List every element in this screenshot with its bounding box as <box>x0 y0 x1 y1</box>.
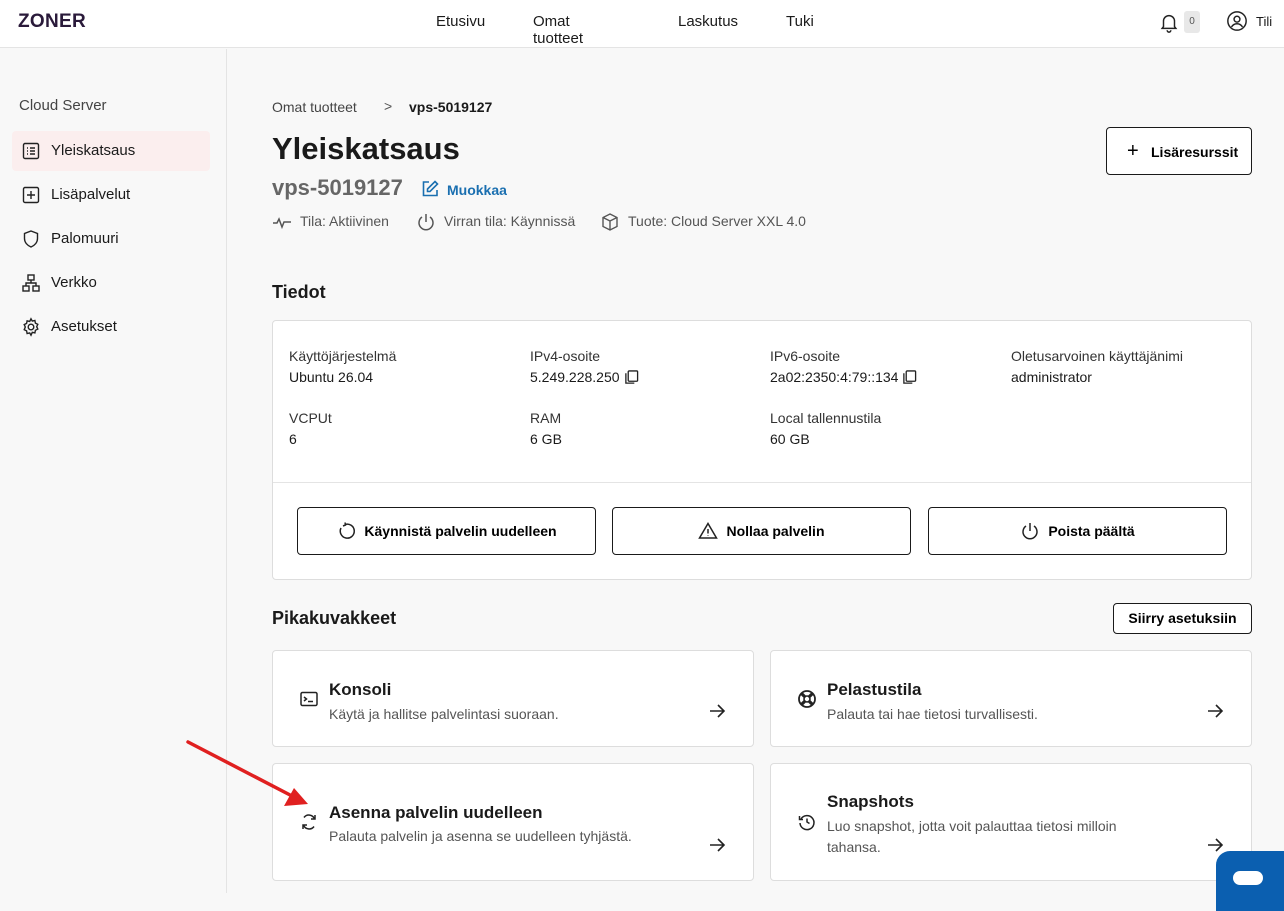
sidebar-item-label: Verkko <box>51 274 97 291</box>
history-icon <box>798 814 815 831</box>
shortcut-card-console[interactable]: Konsoli Käytä ja hallitse palvelintasi s… <box>272 650 754 747</box>
sidebar-item-asetukset[interactable]: Asetukset <box>12 307 210 347</box>
top-bar: ZONER Etusivu Omat tuotteet Laskutus Tuk… <box>0 0 1284 48</box>
detail-os: Käyttöjärjestelmä Ubuntu 26.04 <box>289 348 397 385</box>
sidebar-title: Cloud Server <box>19 97 107 114</box>
arrow-right-icon <box>710 838 726 852</box>
detail-vcpu: VCPUt 6 <box>289 410 332 447</box>
zoner-logo[interactable]: ZONER <box>18 11 86 33</box>
sidebar-item-label: Asetukset <box>51 318 117 335</box>
status-product-label: Tuote: Cloud Server XXL 4.0 <box>628 213 806 229</box>
nav-omat-tuotteet[interactable]: Omat tuotteet <box>533 13 583 47</box>
nav-laskutus[interactable]: Laskutus <box>678 13 738 30</box>
chat-icon <box>1233 871 1263 885</box>
sidebar-item-label: Palomuuri <box>51 230 119 247</box>
shortcut-title: Pelastustila <box>827 680 922 699</box>
sidebar-item-palomuuri[interactable]: Palomuuri <box>12 219 210 259</box>
shortcut-card-snapshots[interactable]: Snapshots Luo snapshot, jotta voit palau… <box>770 763 1252 881</box>
shortcut-card-rescue[interactable]: Pelastustila Palauta tai hae tietosi tur… <box>770 650 1252 747</box>
restart-icon <box>339 522 356 539</box>
shortcut-title: Asenna palvelin uudelleen <box>329 803 543 822</box>
detail-storage: Local tallennustila 60 GB <box>770 410 882 447</box>
shortcut-desc: Luo snapshot, jotta voit palauttaa tieto… <box>827 818 1117 855</box>
details-card: Käyttöjärjestelmä Ubuntu 26.04 IPv4-osoi… <box>272 320 1252 580</box>
breadcrumb-parent[interactable]: Omat tuotteet <box>272 99 357 115</box>
divider <box>273 482 1251 483</box>
restart-server-button[interactable]: Käynnistä palvelin uudelleen <box>297 507 596 555</box>
nav-tuki[interactable]: Tuki <box>786 13 814 30</box>
edit-icon[interactable] <box>420 179 440 199</box>
arrow-right-icon <box>1208 704 1224 718</box>
detail-ram: RAM 6 GB <box>530 410 562 447</box>
power-off-button[interactable]: Poista päältä <box>928 507 1227 555</box>
gear-icon <box>23 317 39 337</box>
reset-server-button[interactable]: Nollaa palvelin <box>612 507 911 555</box>
sidebar-item-yleiskatsaus[interactable]: Yleiskatsaus <box>12 131 210 171</box>
edit-link[interactable]: Muokkaa <box>447 182 507 198</box>
bell-icon[interactable] <box>1158 10 1180 34</box>
copy-icon[interactable] <box>902 369 917 385</box>
sidebar-item-verkko[interactable]: Verkko <box>12 263 210 303</box>
nav-etusivu[interactable]: Etusivu <box>436 13 485 30</box>
shortcut-desc: Palauta tai hae tietosi turvallisesti. <box>827 706 1038 722</box>
box-icon <box>602 213 618 231</box>
sidebar-item-label: Yleiskatsaus <box>51 142 136 159</box>
network-icon <box>22 274 40 292</box>
detail-ipv4: IPv4-osoite 5.249.228.250 <box>530 348 639 385</box>
status-power-label: Virran tila: Käynnissä <box>444 213 576 229</box>
power-icon <box>1022 523 1039 540</box>
user-icon[interactable] <box>1226 10 1248 32</box>
arrow-right-icon <box>710 704 726 718</box>
notification-count-badge: 0 <box>1184 11 1200 33</box>
detail-ipv6: IPv6-osoite 2a02:2350:4:79::134 <box>770 348 917 385</box>
goto-settings-button[interactable]: Siirry asetuksiin <box>1113 603 1252 634</box>
shortcut-title: Konsoli <box>329 680 392 699</box>
power-icon <box>418 214 434 231</box>
annotation-arrow <box>186 740 308 806</box>
terminal-icon <box>300 691 318 707</box>
account-label[interactable]: Tili <box>1256 14 1272 29</box>
status-state-label: Tila: Aktiivinen <box>300 213 389 229</box>
details-heading: Tiedot <box>272 282 326 302</box>
server-name: vps-5019127 <box>272 175 403 200</box>
activity-icon <box>273 217 291 230</box>
plus-square-icon <box>22 186 40 204</box>
plus-icon: + <box>1127 140 1139 162</box>
page-title: Yleiskatsaus <box>272 131 460 166</box>
lifebuoy-icon <box>798 690 816 708</box>
chat-button[interactable] <box>1216 851 1284 911</box>
breadcrumb-current: vps-5019127 <box>409 99 493 115</box>
shortcut-desc: Palauta palvelin ja asenna se uudelleen … <box>329 828 632 844</box>
reinstall-icon <box>302 814 316 830</box>
copy-icon[interactable] <box>624 369 639 385</box>
sidebar-item-label: Lisäpalvelut <box>51 186 131 203</box>
shortcut-desc: Käytä ja hallitse palvelintasi suoraan. <box>329 706 559 722</box>
shortcuts-heading: Pikakuvakkeet <box>272 608 397 628</box>
shield-icon <box>23 230 39 248</box>
sidebar-item-lisapalvelut[interactable]: Lisäpalvelut <box>12 175 210 215</box>
detail-default-username: Oletusarvoinen käyttäjänimi administrato… <box>1011 348 1183 385</box>
main-content: Omat tuotteet > vps-5019127 Yleiskatsaus… <box>228 49 1284 893</box>
shortcut-card-reinstall[interactable]: Asenna palvelin uudelleen Palauta palvel… <box>272 763 754 881</box>
breadcrumb-separator: > <box>384 98 393 114</box>
shortcut-title: Snapshots <box>827 792 914 811</box>
add-resources-button[interactable]: + Lisäresurssit <box>1106 127 1252 175</box>
warning-icon <box>698 522 719 539</box>
overview-list-icon <box>22 142 40 160</box>
